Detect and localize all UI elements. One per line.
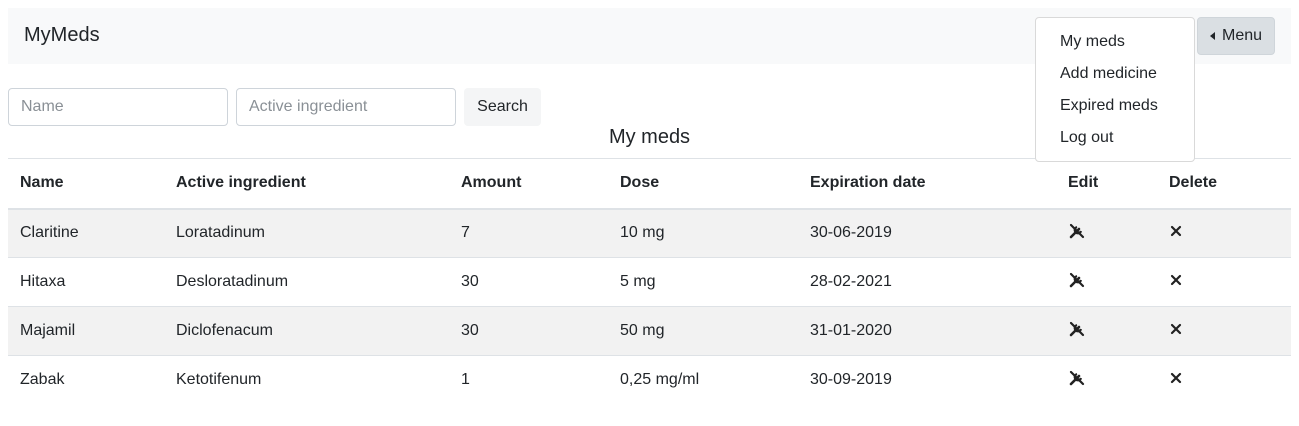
wrench-screwdriver-icon[interactable] xyxy=(1068,222,1086,240)
header-expiration-date: Expiration date xyxy=(798,158,1056,210)
cell-name: Claritine xyxy=(8,208,164,258)
cell-amount: 1 xyxy=(449,355,608,405)
menu-item-log-out[interactable]: Log out xyxy=(1036,122,1194,154)
menu-item-my-meds[interactable]: My meds xyxy=(1036,26,1194,58)
cell-amount: 30 xyxy=(449,257,608,307)
table-row: Zabak Ketotifenum 1 0,25 mg/ml 30-09-201… xyxy=(8,355,1291,405)
table-row: Hitaxa Desloratadinum 30 5 mg 28-02-2021 xyxy=(8,257,1291,307)
cell-name: Zabak xyxy=(8,355,164,405)
cell-dose: 50 mg xyxy=(608,306,798,356)
cell-edit xyxy=(1056,208,1157,258)
table-header-row: Name Active ingredient Amount Dose Expir… xyxy=(8,158,1291,210)
wrench-screwdriver-icon[interactable] xyxy=(1068,320,1086,338)
cell-name: Hitaxa xyxy=(8,257,164,307)
cell-expiration-date: 30-06-2019 xyxy=(798,208,1056,258)
close-x-icon[interactable] xyxy=(1169,224,1183,238)
cell-dose: 5 mg xyxy=(608,257,798,307)
cell-active-ingredient: Diclofenacum xyxy=(164,306,449,356)
cell-dose: 10 mg xyxy=(608,208,798,258)
name-search-input[interactable] xyxy=(8,88,228,126)
table-row: Claritine Loratadinum 7 10 mg 30-06-2019 xyxy=(8,208,1291,258)
header-name: Name xyxy=(8,158,164,210)
close-x-icon[interactable] xyxy=(1169,371,1183,385)
cell-active-ingredient: Loratadinum xyxy=(164,208,449,258)
app-brand[interactable]: MyMeds xyxy=(24,23,100,47)
cell-amount: 30 xyxy=(449,306,608,356)
menu-item-add-medicine[interactable]: Add medicine xyxy=(1036,58,1194,90)
cell-expiration-date: 30-09-2019 xyxy=(798,355,1056,405)
cell-delete xyxy=(1157,208,1291,258)
close-x-icon[interactable] xyxy=(1169,322,1183,336)
menu-dropdown: My meds Add medicine Expired meds Log ou… xyxy=(1035,17,1195,162)
table-row: Majamil Diclofenacum 30 50 mg 31-01-2020 xyxy=(8,306,1291,356)
cell-edit xyxy=(1056,257,1157,307)
wrench-screwdriver-icon[interactable] xyxy=(1068,271,1086,289)
cell-expiration-date: 31-01-2020 xyxy=(798,306,1056,356)
cell-active-ingredient: Desloratadinum xyxy=(164,257,449,307)
header-edit: Edit xyxy=(1056,158,1157,210)
caret-left-icon xyxy=(1209,32,1215,40)
cell-dose: 0,25 mg/ml xyxy=(608,355,798,405)
cell-expiration-date: 28-02-2021 xyxy=(798,257,1056,307)
meds-table: Name Active ingredient Amount Dose Expir… xyxy=(8,158,1291,405)
cell-active-ingredient: Ketotifenum xyxy=(164,355,449,405)
ingredient-search-input[interactable] xyxy=(236,88,456,126)
close-x-icon[interactable] xyxy=(1169,273,1183,287)
cell-delete xyxy=(1157,355,1291,405)
header-amount: Amount xyxy=(449,158,608,210)
header-dose: Dose xyxy=(608,158,798,210)
menu-button[interactable]: Menu xyxy=(1197,17,1275,55)
search-button[interactable]: Search xyxy=(464,88,541,126)
menu-button-label: Menu xyxy=(1221,27,1263,44)
cell-name: Majamil xyxy=(8,306,164,356)
cell-edit xyxy=(1056,355,1157,405)
menu-item-expired-meds[interactable]: Expired meds xyxy=(1036,90,1194,122)
header-active-ingredient: Active ingredient xyxy=(164,158,449,210)
cell-delete xyxy=(1157,257,1291,307)
cell-amount: 7 xyxy=(449,208,608,258)
cell-delete xyxy=(1157,306,1291,356)
cell-edit xyxy=(1056,306,1157,356)
header-delete: Delete xyxy=(1157,158,1291,210)
wrench-screwdriver-icon[interactable] xyxy=(1068,369,1086,387)
